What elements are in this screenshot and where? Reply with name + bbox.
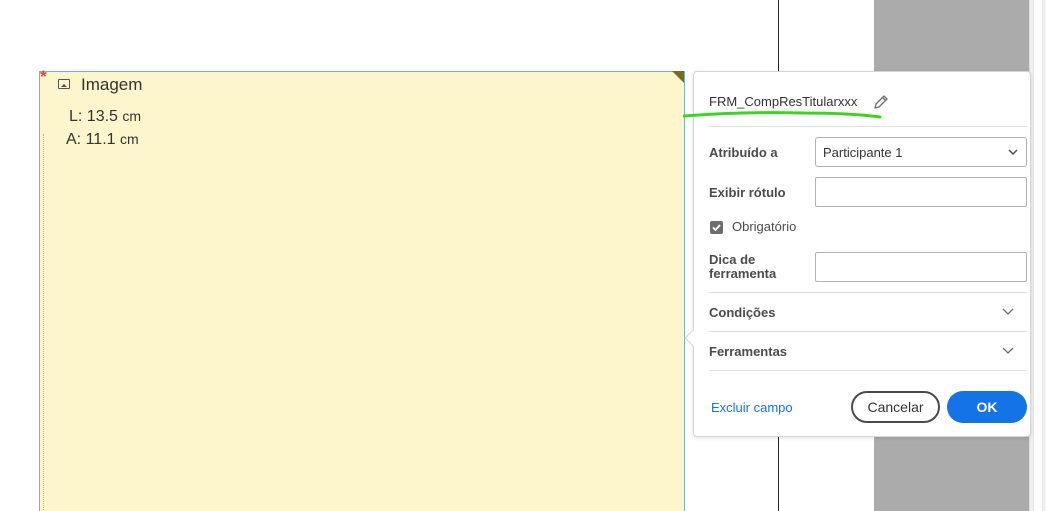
chevron-down-icon[interactable] <box>1002 344 1014 356</box>
highlight-underline <box>683 111 882 119</box>
required-label: Obrigatório <box>732 219 797 234</box>
height-label: A: <box>66 131 82 148</box>
assigned-to-select[interactable]: Participante 1 <box>815 137 1027 167</box>
field-guide-line <box>43 134 44 511</box>
section-tools[interactable]: Ferramentas <box>709 344 787 359</box>
height-unit: cm <box>119 131 139 147</box>
divider <box>709 331 1027 332</box>
width-unit: cm <box>122 108 142 124</box>
divider <box>709 370 1027 371</box>
image-icon <box>58 79 70 89</box>
chevron-down-icon[interactable] <box>1002 305 1014 317</box>
required-marker: * <box>40 67 47 86</box>
scrollbar-thumb[interactable] <box>1033 0 1043 511</box>
display-label-label: Exibir rótulo <box>709 185 786 200</box>
chevron-down-icon <box>1008 149 1018 156</box>
document-canvas: * Imagem L: 13.5 cm A: 11.1 cm FRM_CompR… <box>0 0 1046 511</box>
assigned-to-value: Participante 1 <box>823 145 903 160</box>
display-label-input[interactable] <box>815 177 1027 207</box>
width-value: 13.5 <box>86 108 118 125</box>
tooltip-label-line1: Dica de <box>709 252 756 267</box>
field-name: FRM_CompResTitularxxx <box>709 94 858 109</box>
delete-field-link[interactable]: Excluir campo <box>711 400 793 415</box>
divider <box>709 126 1027 127</box>
assigned-to-label: Atribuído a <box>709 145 778 160</box>
tooltip-label: Dica de ferramenta <box>709 253 776 281</box>
width-label: L: <box>69 108 83 125</box>
divider <box>709 292 1027 293</box>
field-height: A: 11.1 cm <box>66 131 139 149</box>
section-conditions[interactable]: Condições <box>709 305 775 320</box>
required-checkbox[interactable] <box>710 221 723 234</box>
height-value: 11.1 <box>85 131 116 148</box>
field-type-label: Imagem <box>81 75 143 94</box>
field-width: L: 13.5 cm <box>69 108 141 126</box>
field-corner-marker <box>672 71 684 83</box>
ok-button[interactable]: OK <box>947 391 1027 423</box>
tooltip-input[interactable] <box>815 252 1027 282</box>
cancel-button[interactable]: Cancelar <box>851 391 940 423</box>
tooltip-label-line2: ferramenta <box>709 266 777 281</box>
vertical-scrollbar[interactable] <box>1029 0 1046 511</box>
